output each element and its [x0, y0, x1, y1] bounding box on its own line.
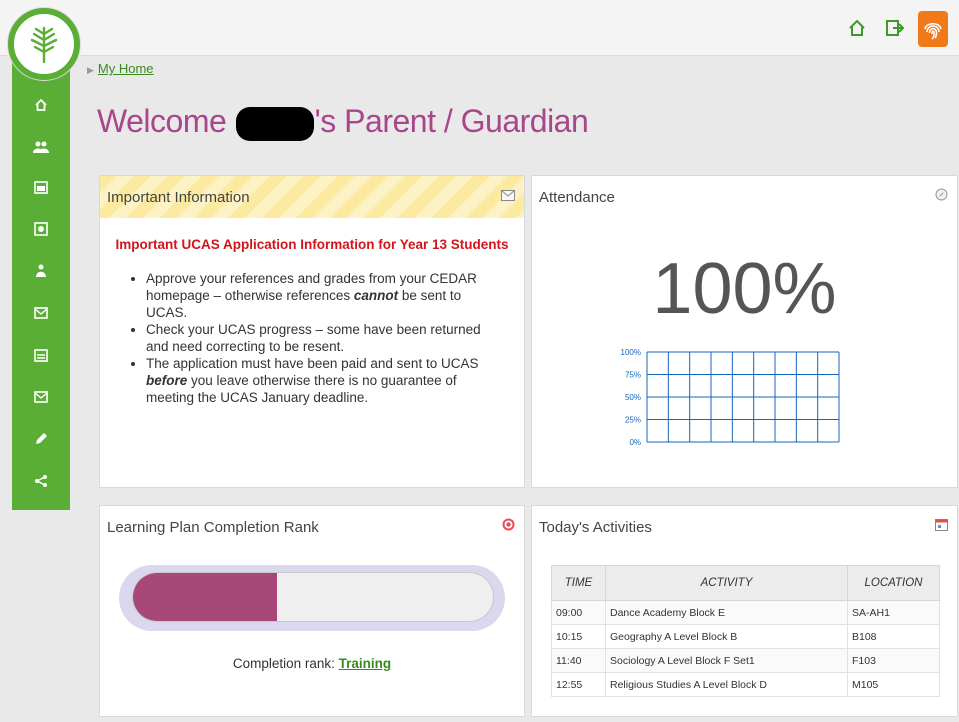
y-tick-label: 25% [625, 416, 641, 425]
location-cell: F103 [847, 648, 940, 673]
list-item: Check your UCAS progress – some have bee… [146, 321, 506, 355]
time-cell: 11:40 [551, 648, 606, 673]
y-tick-label: 100% [621, 348, 641, 357]
time-cell: 12:55 [551, 672, 606, 697]
activity-cell: Geography A Level Block B [605, 624, 848, 649]
tree-logo[interactable] [8, 8, 80, 80]
important-information-panel: Important Information Important UCAS App… [99, 175, 525, 488]
panel-title: Attendance [539, 188, 615, 206]
table-row[interactable]: 12:55 Religious Studies A Level Block D … [551, 672, 940, 697]
breadcrumb: ▶ My Home [87, 61, 154, 76]
breadcrumb-home-link[interactable]: My Home [98, 61, 154, 76]
column-header[interactable]: TIME [551, 565, 606, 601]
panel-header: Attendance [532, 176, 957, 218]
progress-track [132, 572, 494, 622]
users-icon[interactable] [12, 132, 70, 162]
info-heading: Important UCAS Application Information f… [115, 237, 509, 252]
panel-header: Learning Plan Completion Rank [100, 506, 524, 548]
panel-title: Learning Plan Completion Rank [107, 518, 319, 536]
completion-progress [119, 565, 505, 631]
column-header[interactable]: LOCATION [847, 565, 940, 601]
breadcrumb-arrow-icon: ▶ [87, 65, 94, 75]
home-icon[interactable] [12, 90, 70, 120]
top-bar [0, 0, 959, 56]
y-tick-label: 0% [629, 438, 641, 447]
learning-plan-panel: Learning Plan Completion Rank Completion… [99, 505, 525, 717]
rank-label: Completion rank: [232, 656, 339, 671]
logout-icon[interactable] [880, 13, 910, 43]
mail-icon[interactable] [501, 188, 515, 205]
info-list: Approve your references and grades from … [146, 270, 506, 406]
page-title: Welcome 's Parent / Guardian [97, 103, 589, 141]
pencil-icon[interactable] [12, 424, 70, 454]
list-item: The application must have been paid and … [146, 355, 506, 406]
report-icon[interactable] [12, 214, 70, 244]
table-row[interactable]: 09:00 Dance Academy Block E SA-AH1 [551, 600, 940, 625]
activity-cell: Dance Academy Block E [605, 600, 848, 625]
person-icon[interactable] [12, 256, 70, 286]
attendance-chart: 100% 75% 50% 25% 0% [621, 348, 840, 447]
calendar-icon[interactable] [12, 172, 70, 202]
activity-cell: Sociology A Level Block F Set1 [605, 648, 848, 673]
welcome-prefix: Welcome [97, 103, 235, 139]
mail-icon[interactable] [12, 298, 70, 328]
y-tick-label: 50% [625, 393, 641, 402]
sidebar [12, 60, 70, 510]
table-header-row: TIME ACTIVITY LOCATION [551, 565, 940, 601]
location-cell: M105 [847, 672, 940, 697]
table-row[interactable]: 11:40 Sociology A Level Block F Set1 F10… [551, 648, 940, 673]
top-actions [842, 9, 948, 47]
list-item: Approve your references and grades from … [146, 270, 506, 321]
calendar-icon[interactable] [935, 518, 948, 535]
y-tick-label: 75% [625, 371, 641, 380]
attendance-panel: Attendance 100% 100% 75% 50% 25% 0% [531, 175, 958, 488]
fingerprint-icon[interactable] [918, 11, 948, 47]
activity-cell: Religious Studies A Level Block D [605, 672, 848, 697]
home-icon[interactable] [842, 13, 872, 43]
panel-title: Today's Activities [539, 518, 652, 536]
time-cell: 10:15 [551, 624, 606, 649]
calendar-icon[interactable] [12, 340, 70, 370]
panel-header: Important Information [100, 176, 524, 218]
location-cell: SA-AH1 [847, 600, 940, 625]
redacted-name [235, 106, 314, 141]
progress-fill [133, 573, 277, 621]
share-icon[interactable] [12, 466, 70, 496]
todays-activities-panel: Today's Activities TIME ACTIVITY LOCATIO… [531, 505, 958, 717]
table-row[interactable]: 10:15 Geography A Level Block B B108 [551, 624, 940, 649]
compass-icon[interactable] [935, 188, 948, 205]
completion-rank: Completion rank: Training [100, 656, 524, 671]
panel-title: Important Information [107, 188, 250, 206]
attendance-value: 100% [652, 249, 837, 329]
rank-link[interactable]: Training [339, 656, 392, 671]
column-header[interactable]: ACTIVITY [605, 565, 848, 601]
activities-table: TIME ACTIVITY LOCATION 09:00 Dance Acade… [551, 565, 940, 697]
time-cell: 09:00 [551, 600, 606, 625]
location-cell: B108 [847, 624, 940, 649]
panel-header: Today's Activities [532, 506, 957, 548]
welcome-suffix: 's Parent / Guardian [314, 103, 589, 139]
target-icon[interactable] [502, 518, 515, 535]
mail-icon[interactable] [12, 382, 70, 412]
